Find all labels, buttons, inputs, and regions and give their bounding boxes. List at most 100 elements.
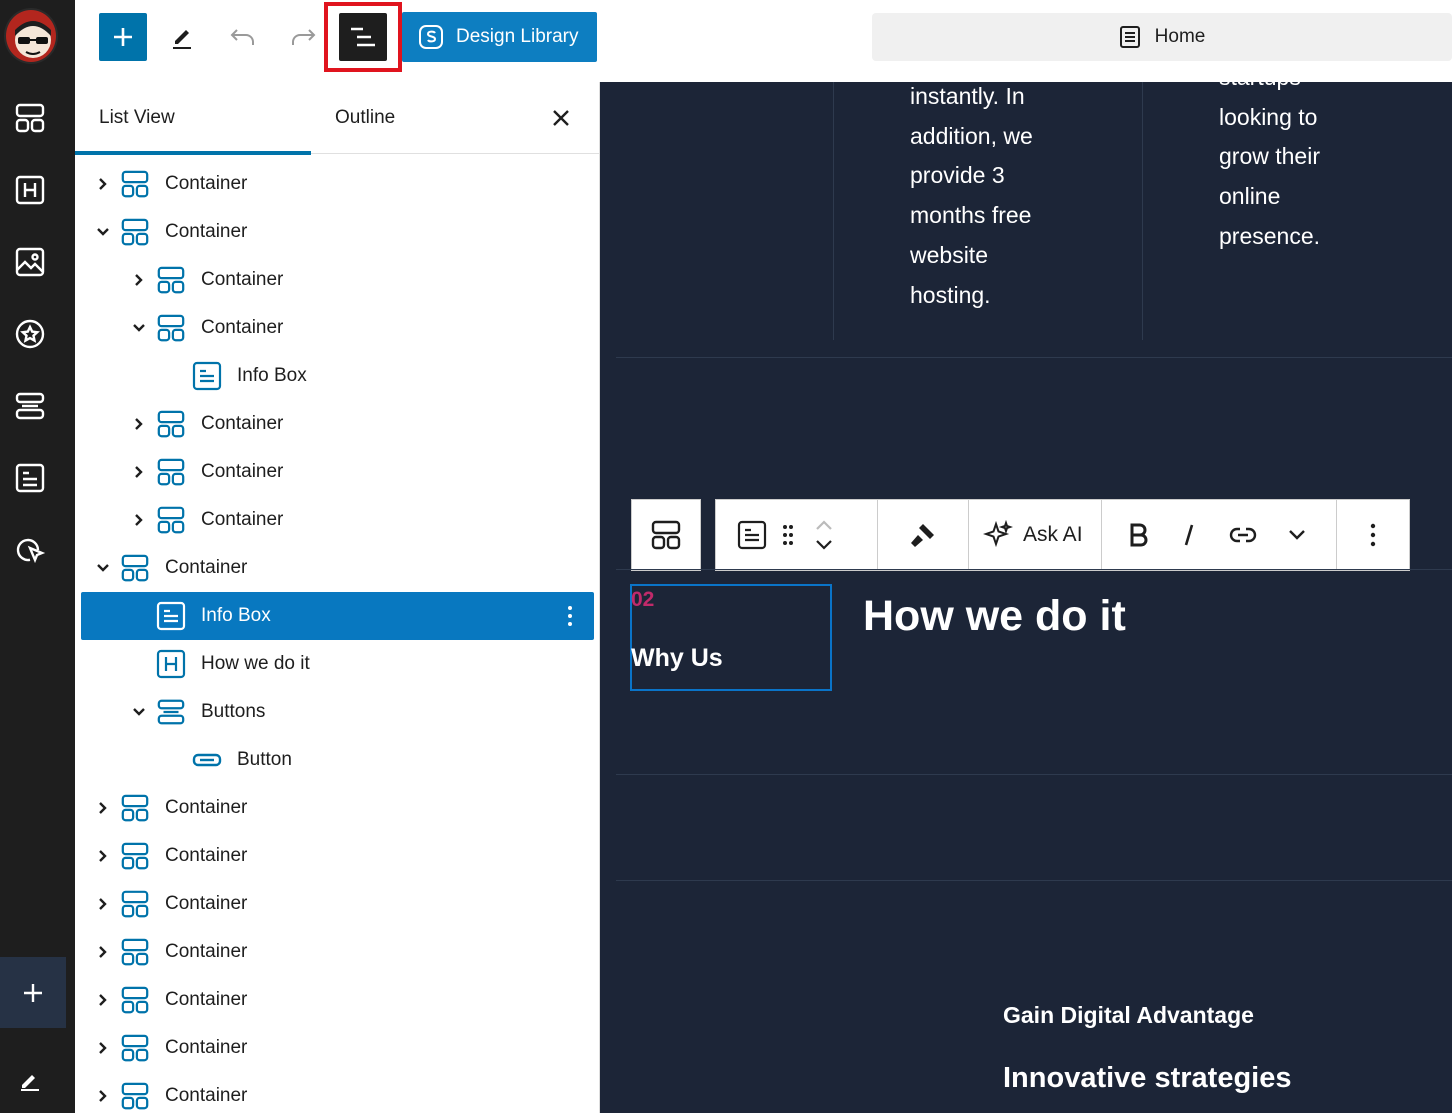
tree-item[interactable]: Container xyxy=(81,976,594,1024)
move-buttons[interactable] xyxy=(802,511,846,559)
close-panel-button[interactable] xyxy=(547,104,575,132)
buttons-block-icon[interactable] xyxy=(10,386,50,426)
chevron-right-icon[interactable] xyxy=(93,1038,113,1058)
tree-item[interactable]: Container xyxy=(81,784,594,832)
tree-item[interactable]: Container xyxy=(81,1072,594,1113)
chevron-right-icon[interactable] xyxy=(129,462,149,482)
tab-list-view-label: List View xyxy=(99,107,175,128)
column-text-line: hosting. xyxy=(910,281,991,308)
site-logo[interactable] xyxy=(4,8,58,64)
tab-list-view[interactable]: List View xyxy=(75,82,311,155)
chevron-down-icon xyxy=(1288,529,1306,541)
tree-item[interactable]: Container xyxy=(81,256,594,304)
layout-icon[interactable] xyxy=(10,98,50,138)
document-title: Home xyxy=(1154,26,1206,47)
rail-add-button[interactable] xyxy=(0,957,66,1028)
bold-button[interactable] xyxy=(1116,511,1162,559)
column-text-line: online xyxy=(1219,183,1281,210)
tree-item-label: Container xyxy=(165,221,248,242)
tree-item[interactable]: Container xyxy=(81,496,594,544)
more-formats-button[interactable] xyxy=(1270,511,1324,559)
ask-ai-button[interactable]: Ask AI xyxy=(969,520,1097,550)
more-vertical-icon[interactable] xyxy=(560,604,580,628)
section-divider xyxy=(616,774,1452,775)
selected-info-box[interactable] xyxy=(630,584,832,691)
rail-edit-icon[interactable] xyxy=(10,1060,50,1100)
image-icon[interactable] xyxy=(10,242,50,282)
chevron-right-icon[interactable] xyxy=(129,414,149,434)
info-box-number[interactable]: 02 xyxy=(631,588,654,612)
text-block-icon[interactable] xyxy=(10,458,50,498)
chevron-right-icon[interactable] xyxy=(93,846,113,866)
feature-column-text[interactable]: startups looking to grow their online presen… xyxy=(1219,82,1320,257)
tree-item[interactable]: Container xyxy=(81,448,594,496)
tree-item[interactable]: Container xyxy=(81,880,594,928)
chevron-right-icon[interactable] xyxy=(129,510,149,530)
drag-handle[interactable] xyxy=(774,511,802,559)
container-icon xyxy=(155,264,187,296)
tree-item[interactable]: Info Box xyxy=(81,352,594,400)
chevron-right-icon[interactable] xyxy=(93,990,113,1010)
editor-canvas: instantly. In addition, we provide 3 months… xyxy=(600,82,1452,1113)
column-text-line: website xyxy=(910,241,988,268)
options-group xyxy=(1337,500,1409,570)
block-inserter-button[interactable] xyxy=(99,13,147,61)
tree-item[interactable]: Container xyxy=(81,400,594,448)
tree-item[interactable]: How we do it xyxy=(81,640,594,688)
tree-item[interactable]: Container xyxy=(81,928,594,976)
heading-block-icon[interactable] xyxy=(10,170,50,210)
tree-item[interactable]: Button xyxy=(81,736,594,784)
block-type-button[interactable] xyxy=(730,511,774,559)
tree-item-selected[interactable]: Info Box xyxy=(81,592,594,640)
tools-button[interactable] xyxy=(162,13,202,61)
close-icon xyxy=(552,109,570,127)
tree-item[interactable]: Container xyxy=(81,160,594,208)
parent-block-button[interactable] xyxy=(631,499,701,571)
design-library-button[interactable]: Design Library xyxy=(402,12,597,62)
chevron-right-icon[interactable] xyxy=(93,798,113,818)
tab-outline[interactable]: Outline xyxy=(335,82,395,154)
tree-item-label: Info Box xyxy=(237,365,307,386)
feature-column-text[interactable]: instantly. In addition, we provide 3 months… xyxy=(910,82,1033,315)
cursor-click-icon[interactable] xyxy=(10,530,50,570)
tree-item[interactable]: Buttons xyxy=(81,688,594,736)
copy-style-button[interactable] xyxy=(901,511,945,559)
tree-item-label: Container xyxy=(165,893,248,914)
block-options-button[interactable] xyxy=(1351,511,1395,559)
info-box-icon xyxy=(155,600,187,632)
tree-item[interactable]: Container xyxy=(81,1024,594,1072)
chevron-down-icon[interactable] xyxy=(93,558,113,578)
redo-button[interactable] xyxy=(283,13,323,61)
chevron-right-icon[interactable] xyxy=(129,270,149,290)
tree-item-label: Container xyxy=(165,797,248,818)
chevron-down-icon[interactable] xyxy=(129,702,149,722)
chevron-right-icon[interactable] xyxy=(93,894,113,914)
info-box-title[interactable]: Why Us xyxy=(631,644,723,673)
chevron-right-icon[interactable] xyxy=(93,174,113,194)
innovative-strategies-heading[interactable]: Innovative strategies xyxy=(1003,1062,1292,1095)
more-vertical-icon xyxy=(1370,523,1376,547)
section-divider xyxy=(616,357,1452,358)
document-bar[interactable]: Home xyxy=(872,13,1452,61)
tree-item[interactable]: Container xyxy=(81,208,594,256)
tree-item[interactable]: Container xyxy=(81,832,594,880)
tree-item-label: Container xyxy=(201,509,284,530)
chevron-right-icon[interactable] xyxy=(93,942,113,962)
chevron-down-icon[interactable] xyxy=(129,318,149,338)
section-heading[interactable]: How we do it xyxy=(863,592,1126,641)
tree-item-label: Container xyxy=(201,461,284,482)
list-view-icon xyxy=(349,25,377,49)
list-view-button[interactable] xyxy=(339,13,387,61)
chevron-down-icon[interactable] xyxy=(93,222,113,242)
tree-item[interactable]: Container xyxy=(81,544,594,592)
tree-item[interactable]: Container xyxy=(81,304,594,352)
column-text-line: startups xyxy=(1219,82,1320,98)
gain-digital-advantage-text[interactable]: Gain Digital Advantage xyxy=(1003,1002,1254,1029)
italic-button[interactable] xyxy=(1162,511,1216,559)
undo-button[interactable] xyxy=(223,13,263,61)
paint-brush-icon xyxy=(909,521,937,549)
tree-item-label: Container xyxy=(201,269,284,290)
star-badge-icon[interactable] xyxy=(10,314,50,354)
link-button[interactable] xyxy=(1216,511,1270,559)
chevron-right-icon[interactable] xyxy=(93,1086,113,1106)
